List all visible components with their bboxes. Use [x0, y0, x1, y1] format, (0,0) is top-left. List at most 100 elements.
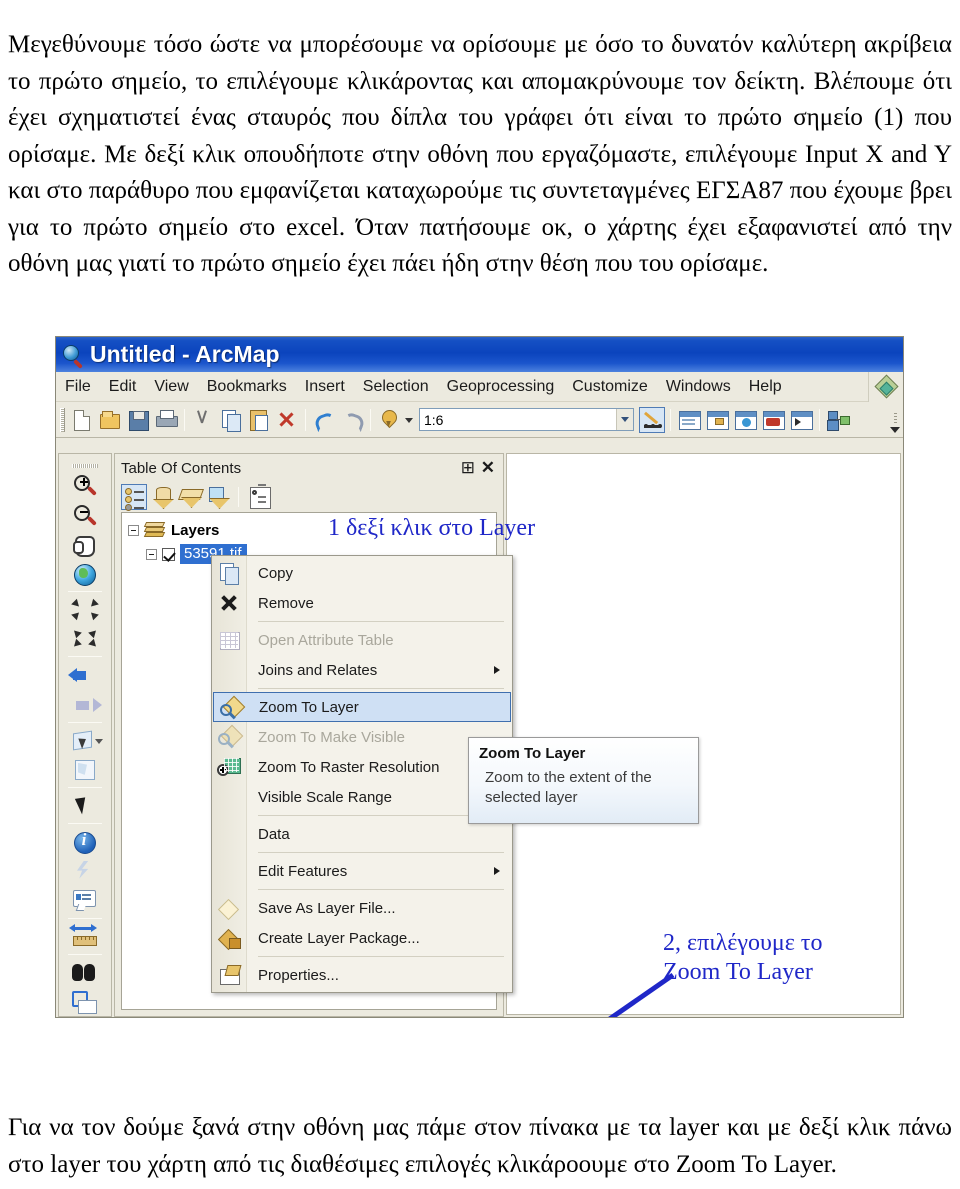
add-data-button[interactable]: [376, 407, 402, 433]
toolbar-grip[interactable]: [60, 407, 65, 432]
hyperlink-tool[interactable]: [68, 856, 102, 885]
lightning-hyperlink-icon: [68, 856, 102, 885]
full-extent-tool[interactable]: [68, 559, 102, 588]
toolbar-overflow-button[interactable]: [890, 407, 900, 433]
find-tool[interactable]: [68, 958, 102, 987]
modelbuilder-button[interactable]: [825, 407, 851, 433]
go-forward-extent-tool[interactable]: [68, 690, 102, 719]
context-menu-item-copy[interactable]: Copy: [212, 558, 512, 588]
collapse-icon[interactable]: [128, 524, 139, 536]
open-button[interactable]: [97, 407, 123, 433]
catalog-button[interactable]: [704, 407, 730, 433]
collapse-icon[interactable]: [146, 548, 157, 560]
print-button[interactable]: [153, 407, 179, 433]
cut-button[interactable]: [190, 407, 216, 433]
toc-options-button[interactable]: [246, 484, 272, 510]
table-of-contents-button[interactable]: [676, 407, 702, 433]
pin-icon[interactable]: ⊞: [461, 458, 475, 478]
map-scale-value: 1:6: [424, 411, 444, 428]
context-menu-item-data[interactable]: Data: [212, 819, 512, 849]
arctoolbox-button[interactable]: [760, 407, 786, 433]
context-menu-separator: [258, 889, 504, 890]
go-back-extent-tool[interactable]: [68, 660, 102, 689]
new-document-icon: [69, 407, 95, 433]
zoom-in-tool[interactable]: [68, 471, 102, 500]
context-menu-item-remove[interactable]: Remove: [212, 588, 512, 618]
pointer-arrow-icon: [68, 791, 102, 820]
chevron-down-icon[interactable]: [95, 738, 103, 744]
arcglobe-diamond-icon[interactable]: [874, 374, 899, 399]
layer-file-diamond-icon: [217, 896, 241, 920]
new-map-button[interactable]: [69, 407, 95, 433]
tools-separator: [68, 953, 102, 955]
context-menu-item-zoom-to-make-visible: Zoom To Make Visible: [212, 722, 512, 752]
menu-view[interactable]: View: [145, 376, 197, 398]
options-icon: [246, 484, 272, 510]
forward-arrow-icon: [68, 690, 102, 719]
tools-toolbar-grip[interactable]: [72, 464, 98, 469]
context-menu-item-zoom-to-raster-resolution[interactable]: Zoom To Raster Resolution: [212, 752, 512, 782]
delete-button[interactable]: [274, 407, 300, 433]
window-title: Untitled - ArcMap: [90, 341, 280, 367]
menu-file[interactable]: File: [56, 376, 100, 398]
context-menu-item-joins-and-relates[interactable]: Joins and Relates: [212, 655, 512, 685]
editor-toolbar-button[interactable]: [639, 406, 665, 433]
copy-button[interactable]: [218, 407, 244, 433]
go-to-xy-tool[interactable]: [68, 987, 102, 1016]
menu-insert[interactable]: Insert: [296, 376, 354, 398]
menu-customize[interactable]: Customize: [563, 376, 657, 398]
context-menu-item-zoom-to-layer[interactable]: Zoom To Layer: [213, 692, 511, 722]
menu-edit[interactable]: Edit: [100, 376, 146, 398]
context-menu-item-save-as-layer-file[interactable]: Save As Layer File...: [212, 893, 512, 923]
select-elements-tool[interactable]: [68, 791, 102, 820]
identify-tool[interactable]: [68, 827, 102, 856]
layer-visibility-checkbox[interactable]: [162, 547, 175, 561]
zoom-in-magnifier-icon: [68, 471, 102, 500]
python-window-button[interactable]: [788, 407, 814, 433]
paste-icon: [246, 407, 272, 433]
fixed-zoom-out-tool[interactable]: [68, 624, 102, 653]
fixed-zoom-in-tool[interactable]: [68, 595, 102, 624]
save-button[interactable]: [125, 407, 151, 433]
tooltip-body: Zoom to the extent of the selected layer: [485, 769, 652, 806]
toolbar-separator: [370, 408, 371, 431]
copy-icon: [217, 561, 241, 585]
menu-bar-extra: [868, 372, 903, 402]
select-features-tool[interactable]: [68, 726, 103, 755]
close-icon[interactable]: ✕: [481, 458, 495, 478]
map-scale-combobox[interactable]: 1:6: [419, 408, 634, 431]
redo-button[interactable]: [339, 407, 365, 433]
standard-toolbar: 1:6: [56, 402, 903, 438]
copy-icon: [218, 407, 244, 433]
search-button[interactable]: [732, 407, 758, 433]
editor-pencil-icon: [640, 408, 664, 432]
add-data-dropdown[interactable]: [403, 407, 415, 433]
closing-paragraph: Για να τον δούμε ξανά στην οθόνη μας πάμ…: [8, 1114, 952, 1178]
chevron-down-icon: [890, 427, 900, 433]
pan-tool[interactable]: [68, 530, 102, 559]
menu-geoprocessing[interactable]: Geoprocessing: [438, 376, 564, 398]
context-menu-item-edit-features[interactable]: Edit Features: [212, 856, 512, 886]
zoom-out-tool[interactable]: [68, 501, 102, 530]
menu-bookmarks[interactable]: Bookmarks: [198, 376, 296, 398]
measure-tool[interactable]: [68, 922, 102, 951]
list-by-visibility-button[interactable]: [177, 484, 203, 510]
menu-windows[interactable]: Windows: [657, 376, 740, 398]
chevron-down-icon[interactable]: [616, 409, 633, 430]
arctoolbox-icon: [760, 407, 786, 433]
context-menu-item-properties[interactable]: Properties...: [212, 960, 512, 990]
context-menu-item-create-layer-package[interactable]: Create Layer Package...: [212, 923, 512, 953]
list-by-selection-button[interactable]: [205, 484, 231, 510]
list-by-source-button[interactable]: [149, 484, 175, 510]
clear-selection-tool[interactable]: [68, 755, 102, 784]
undo-button[interactable]: [311, 407, 337, 433]
html-popup-tool[interactable]: [68, 885, 102, 914]
list-by-drawing-order-button[interactable]: [121, 484, 147, 511]
toolbar-separator: [670, 408, 671, 431]
paste-button[interactable]: [246, 407, 272, 433]
menu-selection[interactable]: Selection: [354, 376, 438, 398]
context-menu-item-visible-scale-range[interactable]: Visible Scale Range: [212, 782, 512, 812]
context-menu-item-label: Create Layer Package...: [258, 929, 420, 947]
tools-separator: [68, 591, 102, 593]
menu-help[interactable]: Help: [740, 376, 791, 398]
